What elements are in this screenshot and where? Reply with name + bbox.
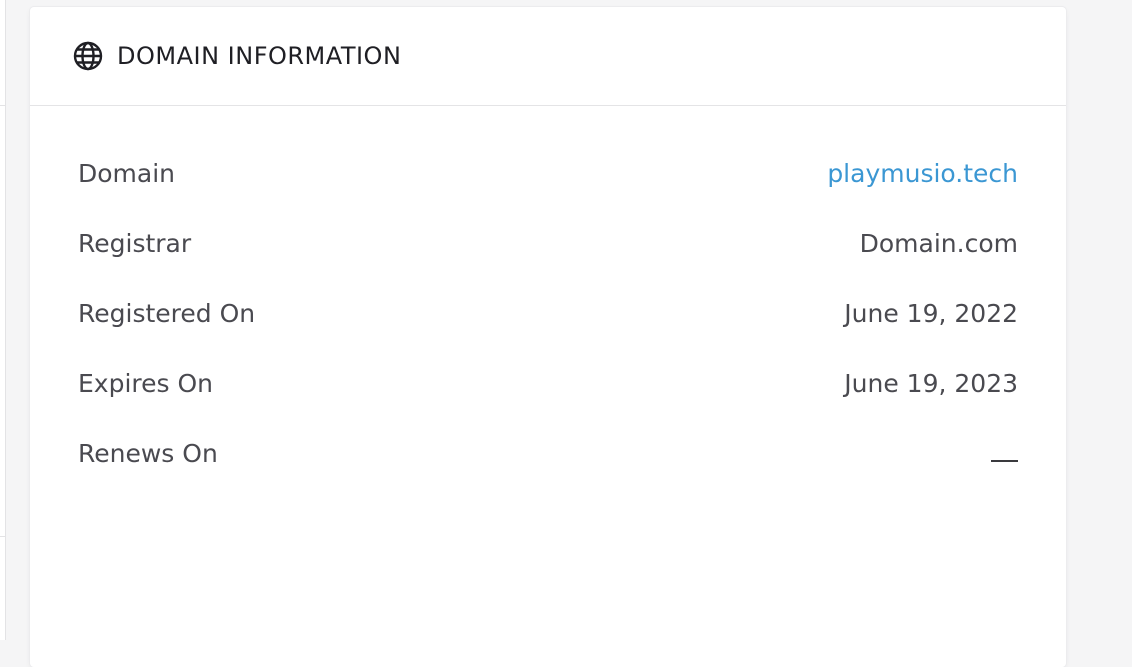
left-panel-divider (0, 105, 6, 106)
info-value: Domain.com (859, 228, 1018, 258)
info-row-registered-on: Registered On June 19, 2022 (78, 278, 1018, 348)
info-label: Registered On (78, 298, 256, 328)
info-label: Domain (78, 158, 176, 188)
left-panel-divider (0, 536, 6, 537)
empty-value-dash: — (991, 439, 1018, 468)
info-value: June 19, 2022 (844, 298, 1018, 328)
card-title: DOMAIN INFORMATION (117, 42, 402, 70)
card-header: DOMAIN INFORMATION (30, 7, 1066, 106)
info-label: Registrar (78, 228, 192, 258)
info-row-expires-on: Expires On June 19, 2023 (78, 348, 1018, 418)
info-row-renews-on: Renews On — (78, 418, 1018, 488)
info-value: June 19, 2023 (844, 368, 1018, 398)
info-row-domain: Domain playmusio.tech (78, 138, 1018, 208)
domain-information-card: DOMAIN INFORMATION Domain playmusio.tech… (30, 7, 1066, 667)
domain-link[interactable]: playmusio.tech (827, 159, 1018, 188)
left-panel-edge (0, 0, 6, 640)
globe-icon (72, 40, 104, 72)
dash-glyph (991, 459, 1018, 462)
info-label: Renews On (78, 438, 218, 468)
info-list: Domain playmusio.tech Registrar Domain.c… (30, 106, 1066, 488)
info-row-registrar: Registrar Domain.com (78, 208, 1018, 278)
info-label: Expires On (78, 368, 214, 398)
